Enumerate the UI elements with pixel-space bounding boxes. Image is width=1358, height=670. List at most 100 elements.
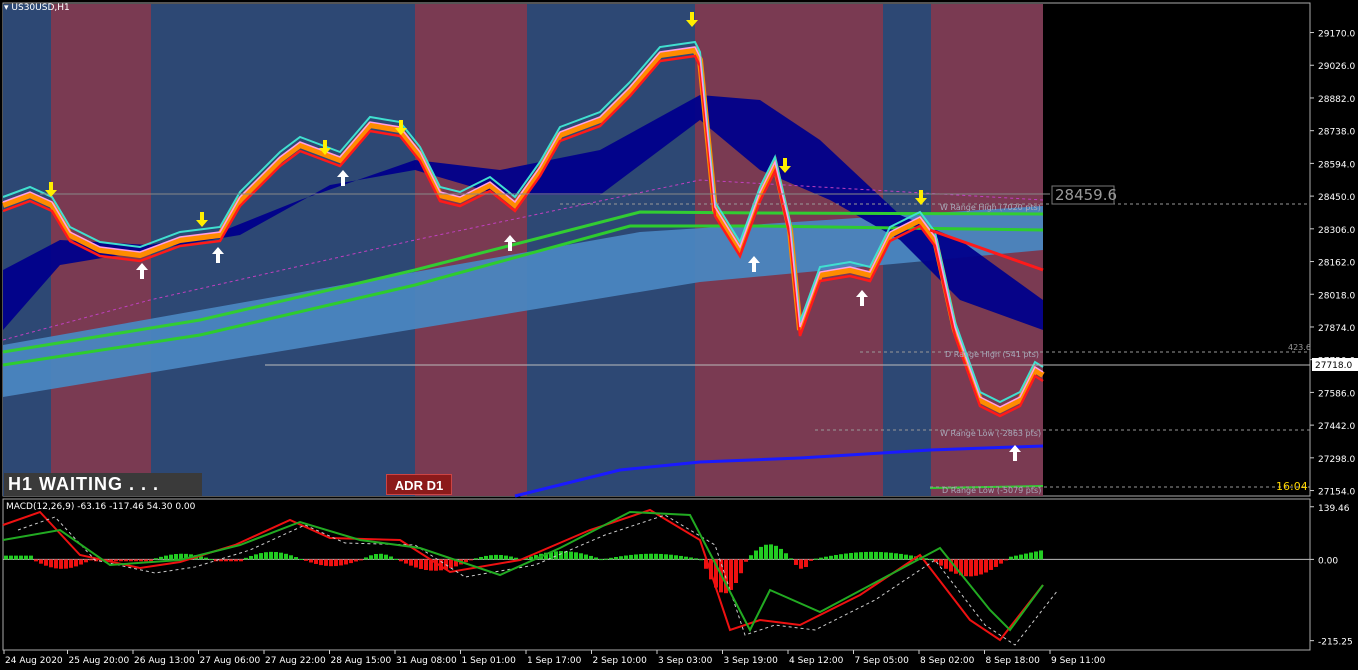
price-tick-label: 28738.0 — [1318, 128, 1355, 138]
macd-histogram-bar — [379, 553, 383, 560]
macd-histogram-bar — [239, 559, 243, 562]
macd-histogram-bar — [449, 559, 453, 569]
macd-histogram-bar — [584, 554, 588, 560]
macd-histogram-bar — [129, 559, 133, 562]
macd-histogram-bar — [384, 554, 388, 560]
macd-histogram-bar — [629, 554, 633, 560]
macd-histogram-bar — [394, 558, 398, 560]
macd-histogram-bar — [594, 557, 598, 560]
macd-histogram-bar — [364, 557, 368, 560]
time-tick-label: 31 Aug 08:00 — [396, 656, 457, 666]
price-tick-label: 27874.0 — [1318, 324, 1355, 334]
macd-histogram-bar — [39, 559, 43, 564]
macd-histogram-bar — [399, 559, 403, 562]
macd-histogram-bar — [614, 556, 618, 560]
macd-histogram-bar — [34, 559, 38, 562]
macd-histogram-bar — [329, 559, 333, 567]
price-chart[interactable]: W Range High (7020 pts) D Range High (541… — [0, 0, 1358, 670]
macd-histogram-bar — [49, 559, 53, 568]
time-tick-label: 2 Sep 10:00 — [593, 656, 648, 666]
macd-histogram-bar — [299, 559, 303, 561]
macd-histogram-bar — [619, 556, 623, 560]
macd-histogram-bar — [884, 552, 888, 560]
macd-histogram-bar — [174, 554, 178, 560]
macd-histogram-bar — [849, 552, 853, 560]
macd-histogram-bar — [489, 555, 493, 560]
macd-histogram-bar — [79, 559, 83, 565]
macd-histogram-bar — [89, 559, 93, 561]
macd-histogram-bar — [744, 559, 748, 562]
macd-histogram-bar — [494, 554, 498, 560]
macd-histogram-bar — [509, 556, 513, 560]
macd-histogram-bar — [369, 555, 373, 560]
macd-histogram-bar — [294, 557, 298, 560]
macd-histogram-bar — [249, 555, 253, 560]
macd-histogram-bar — [19, 555, 23, 560]
macd-histogram-bar — [1019, 554, 1023, 560]
bar-timer: 16:04 — [1276, 480, 1308, 493]
macd-histogram-bar — [24, 555, 28, 560]
macd-histogram-bar — [834, 554, 838, 560]
macd-histogram-bar — [589, 555, 593, 560]
macd-histogram-bar — [514, 557, 518, 560]
macd-histogram-bar — [749, 555, 753, 560]
macd-histogram-bar — [769, 544, 773, 560]
macd-histogram-bar — [114, 559, 118, 562]
macd-histogram-bar — [689, 557, 693, 560]
macd-histogram-bar — [644, 553, 648, 560]
adr-button[interactable]: ADR D1 — [386, 474, 452, 495]
macd-histogram-bar — [1009, 556, 1013, 560]
time-tick-label: 9 Sep 11:00 — [1051, 656, 1106, 666]
price-tick-label: 29170.0 — [1318, 30, 1355, 40]
time-tick-label: 27 Aug 06:00 — [200, 656, 261, 666]
price-tick-label: 29026.0 — [1318, 62, 1355, 72]
macd-histogram-bar — [1034, 551, 1038, 560]
macd-histogram-bar — [684, 556, 688, 560]
macd-histogram-bar — [804, 559, 808, 568]
macd-histogram-bar — [274, 552, 278, 560]
range-label: D Range High (541 pts) — [945, 350, 1039, 359]
macd-histogram-bar — [984, 559, 988, 573]
macd-histogram-bar — [269, 551, 273, 560]
macd-histogram-bar — [9, 555, 13, 560]
macd-histogram-bar — [989, 559, 993, 570]
macd-histogram-bar — [924, 558, 928, 560]
macd-histogram-bar — [244, 557, 248, 560]
macd-histogram-bar — [354, 559, 358, 562]
macd-histogram-bar — [569, 551, 573, 560]
macd-histogram-bar — [374, 554, 378, 560]
macd-histogram-bar — [699, 559, 703, 561]
macd-histogram-bar — [624, 555, 628, 560]
macd-histogram-bar — [424, 559, 428, 571]
macd-histogram-bar — [979, 559, 983, 575]
macd-histogram-bar — [224, 559, 228, 562]
range-label: D Range Low (-5079 pts) — [942, 486, 1041, 495]
time-tick-label: 7 Sep 05:00 — [855, 656, 910, 666]
macd-histogram-bar — [999, 559, 1003, 564]
macd-histogram-bar — [639, 554, 643, 560]
macd-histogram-bar — [759, 546, 763, 560]
macd-histogram-bar — [669, 554, 673, 560]
macd-histogram-bar — [854, 552, 858, 560]
macd-histogram-bar — [419, 559, 423, 569]
time-tick-label: 1 Sep 01:00 — [462, 656, 517, 666]
macd-histogram-bar — [679, 555, 683, 560]
macd-histogram-bar — [409, 559, 413, 566]
macd-histogram-bar — [414, 559, 418, 568]
macd-histogram-bar — [334, 559, 338, 567]
macd-histogram-bar — [774, 545, 778, 560]
macd-histogram-bar — [964, 559, 968, 577]
macd-histogram-bar — [874, 551, 878, 560]
macd-histogram-bar — [944, 559, 948, 569]
macd-histogram-bar — [264, 552, 268, 560]
macd-label: MACD(12,26,9) -63.16 -117.46 54.30 0.00 — [6, 502, 196, 512]
macd-histogram-bar — [1014, 555, 1018, 560]
macd-histogram-bar — [779, 548, 783, 560]
time-tick-label: 25 Aug 20:00 — [69, 656, 130, 666]
macd-histogram-bar — [304, 559, 308, 561]
macd-histogram-bar — [284, 553, 288, 560]
macd-histogram-bar — [969, 559, 973, 577]
macd-histogram-bar — [649, 553, 653, 560]
range-label: W Range High (7020 pts) — [940, 203, 1041, 212]
current-price-label: 27718.0 — [1315, 361, 1352, 371]
